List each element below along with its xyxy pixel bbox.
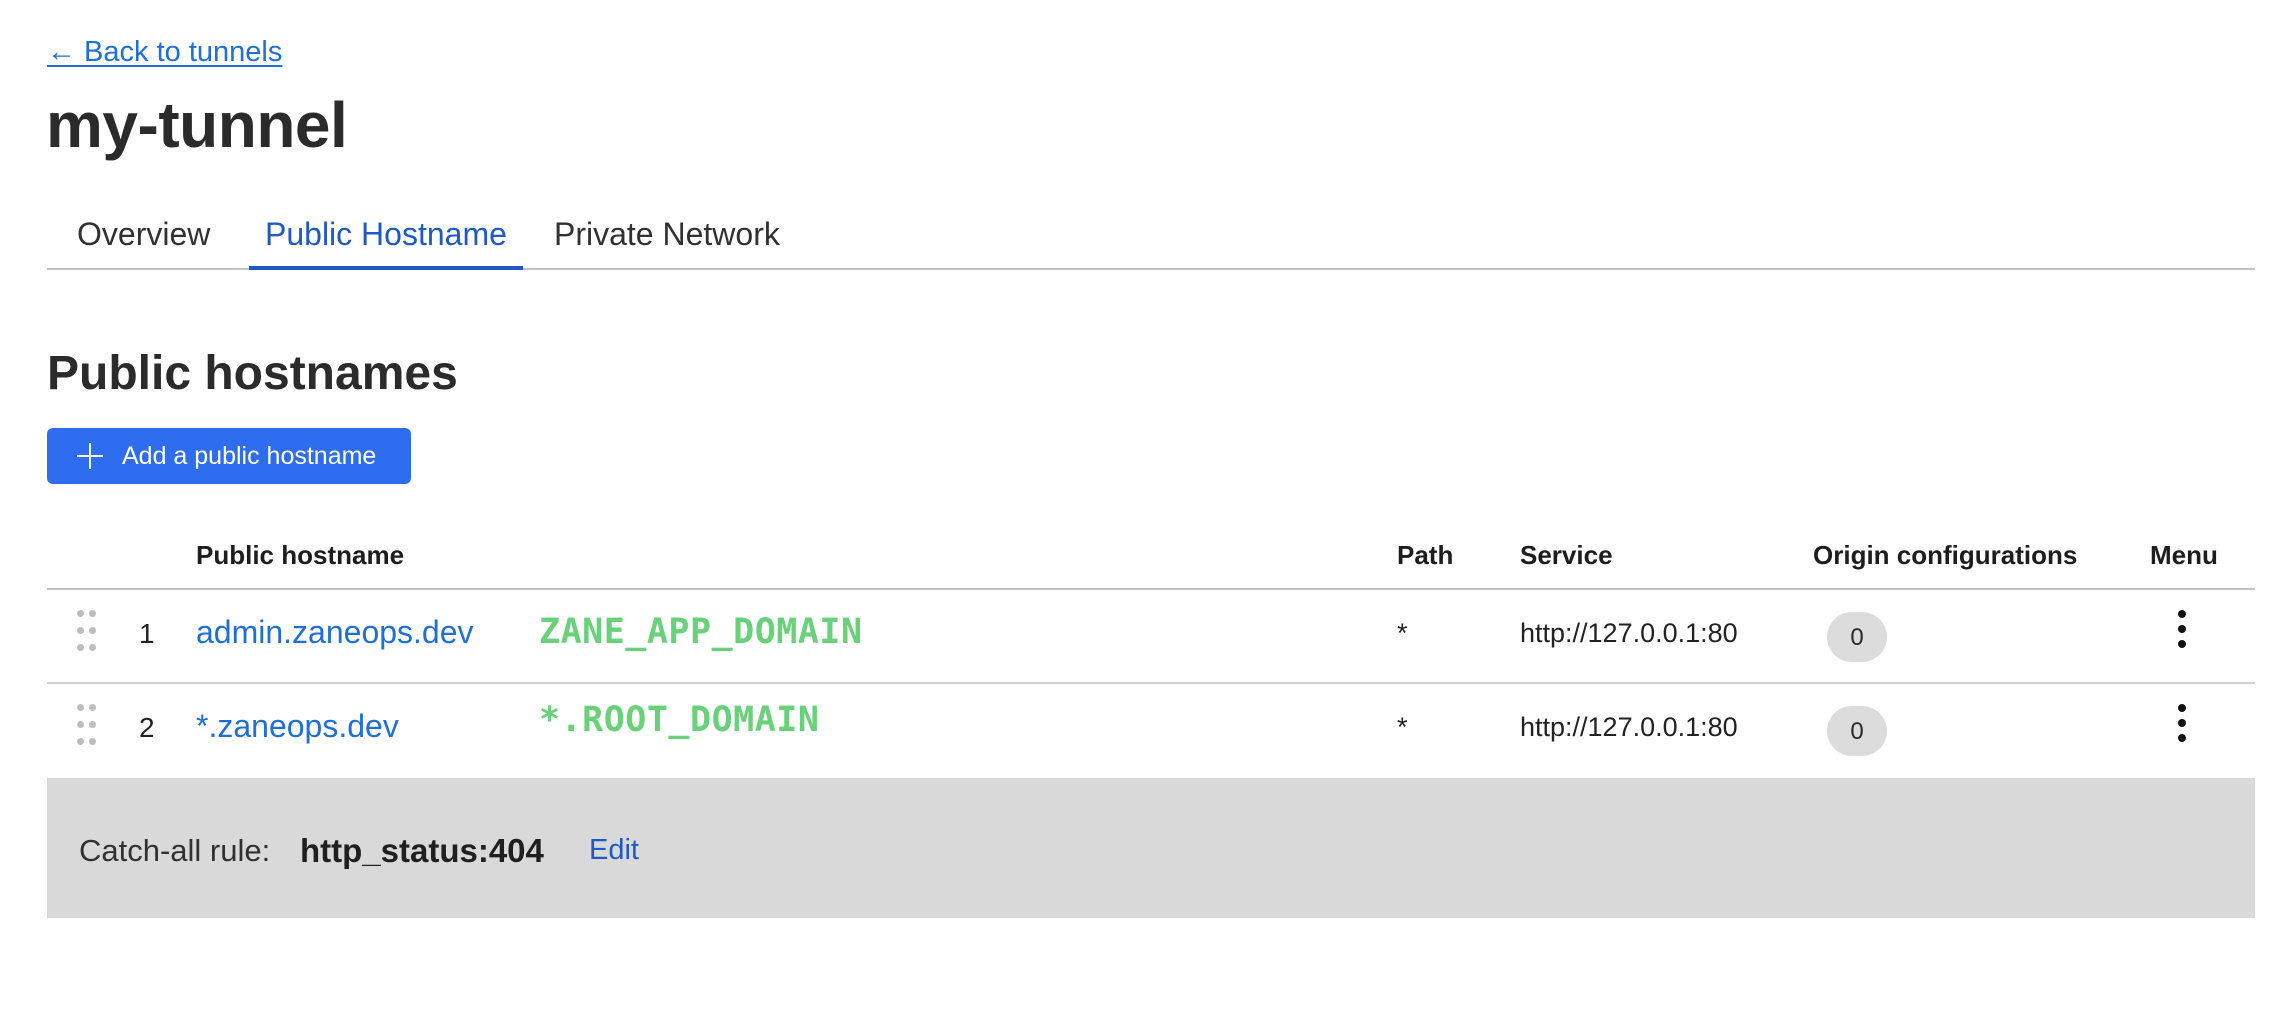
header-service: Service	[1520, 540, 1613, 570]
origin-config-badge[interactable]: 0	[1827, 612, 1887, 662]
hostname-link[interactable]: admin.zaneops.dev	[196, 614, 474, 651]
service-cell: http://127.0.0.1:80	[1520, 618, 1738, 648]
hostname-link[interactable]: *.zaneops.dev	[196, 708, 399, 745]
catch-all-edit-link[interactable]: Edit	[589, 834, 639, 867]
service-cell: http://127.0.0.1:80	[1520, 712, 1738, 742]
add-public-hostname-button[interactable]: Add a public hostname	[47, 428, 411, 484]
catch-all-value: http_status:404	[300, 832, 544, 869]
path-cell: *	[1397, 618, 1408, 648]
section-title: Public hostnames	[47, 347, 458, 400]
kebab-menu-icon[interactable]	[2176, 704, 2188, 744]
table-row: 1 admin.zaneops.dev ZANE_APP_DOMAIN * ht…	[47, 590, 2255, 684]
drag-handle-icon[interactable]	[77, 610, 97, 652]
table-row: 2 *.zaneops.dev *.ROOT_DOMAIN * http://1…	[47, 684, 2255, 778]
page: ← Back to tunnels my-tunnel Overview Pub…	[0, 0, 2276, 1016]
header-path: Path	[1397, 540, 1454, 570]
page-title: my-tunnel	[46, 89, 348, 161]
tab-bar: Overview Public Hostname Private Network	[47, 204, 2255, 270]
path-cell: *	[1397, 712, 1408, 742]
tab-overview[interactable]: Overview	[77, 204, 210, 270]
add-button-label: Add a public hostname	[122, 442, 377, 470]
tab-private-network[interactable]: Private Network	[554, 204, 780, 270]
row-index: 1	[139, 618, 155, 649]
back-to-tunnels-link[interactable]: ← Back to tunnels	[47, 36, 282, 69]
header-origin-configurations: Origin configurations	[1813, 540, 2078, 570]
catch-all-rule-panel: Catch-all rule: http_status:404 Edit	[47, 778, 2255, 918]
row-index: 2	[139, 712, 155, 743]
origin-config-badge[interactable]: 0	[1827, 706, 1887, 756]
hostname-annotation: ZANE_APP_DOMAIN	[539, 612, 863, 652]
header-public-hostname: Public hostname	[196, 540, 405, 570]
catch-all-label: Catch-all rule:	[79, 833, 271, 868]
hostname-annotation: *.ROOT_DOMAIN	[539, 700, 820, 740]
drag-handle-icon[interactable]	[77, 704, 97, 746]
kebab-menu-icon[interactable]	[2176, 610, 2188, 650]
header-menu: Menu	[2150, 540, 2218, 570]
tab-public-hostname[interactable]: Public Hostname	[249, 204, 523, 270]
plus-icon	[77, 443, 103, 469]
